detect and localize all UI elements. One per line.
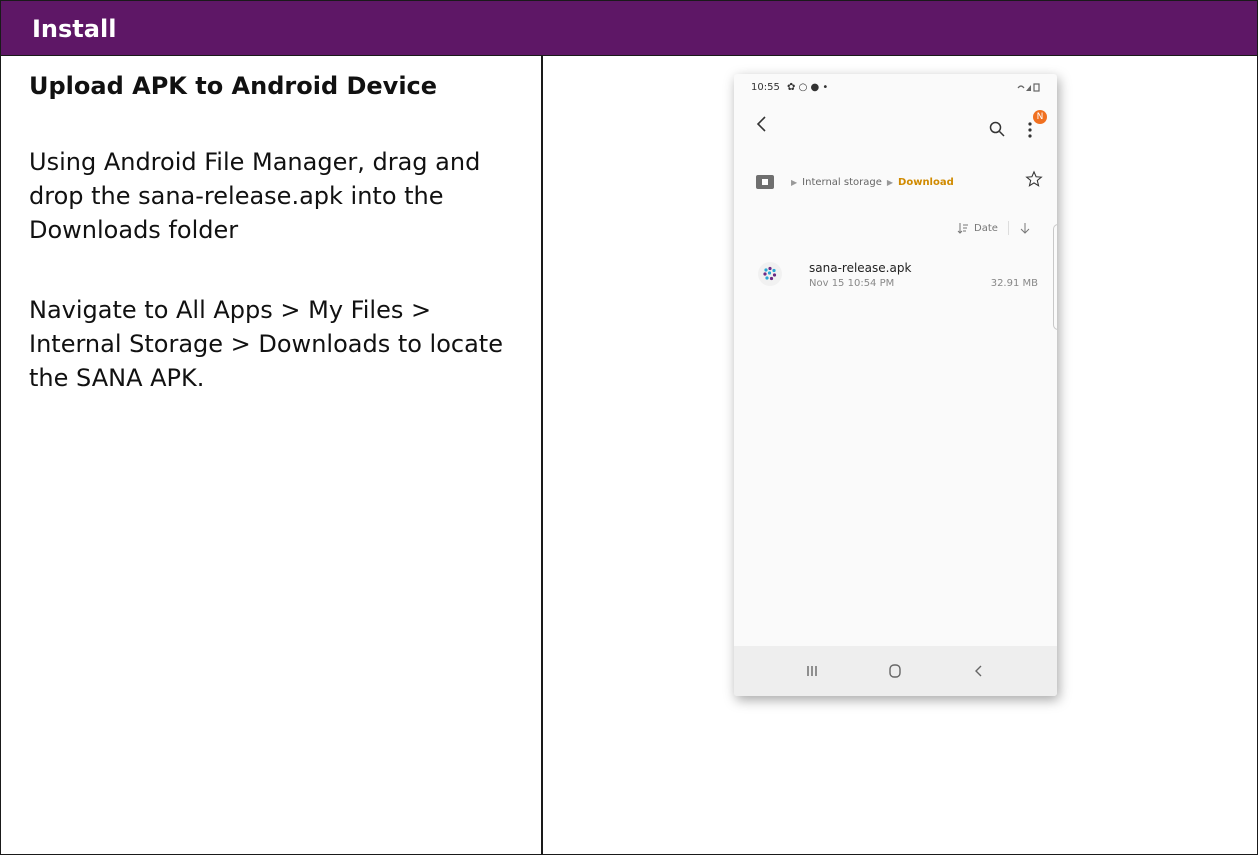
instructions-panel: Upload APK to Android Device Using Andro… [29, 65, 529, 392]
apk-file-icon [758, 262, 782, 286]
arrow-down-icon[interactable] [1019, 222, 1031, 234]
back-nav-icon[interactable] [966, 658, 992, 684]
section-title: Install [32, 15, 117, 43]
android-nav-bar [734, 646, 1057, 696]
column-divider [541, 56, 543, 854]
section-header: Install [1, 1, 1257, 56]
breadcrumb-internal-storage[interactable]: Internal storage [802, 177, 882, 188]
sort-separator [1007, 221, 1009, 235]
status-icons: ✿ ○ ● • [787, 82, 829, 93]
file-name: sana-release.apk [809, 261, 912, 275]
home-icon[interactable] [756, 175, 774, 189]
status-time: 10:55 [751, 82, 780, 93]
step-title: Upload APK to Android Device [29, 72, 438, 100]
more-vert-icon[interactable] [1024, 120, 1036, 140]
status-bar: 10:55 ✿ ○ ● • [751, 82, 828, 93]
file-list-item[interactable]: sana-release.apk Nov 15 10:54 PM 32.91 M… [734, 252, 1057, 298]
breadcrumb: ▶ Internal storage ▶ Download [756, 172, 954, 192]
install-table: Install Upload APK to Android Device Usi… [0, 0, 1258, 855]
signal-icons [1017, 82, 1041, 95]
notification-badge: N [1033, 110, 1047, 124]
star-icon[interactable] [1025, 170, 1043, 188]
search-icon[interactable] [988, 120, 1006, 138]
breadcrumb-download[interactable]: Download [898, 177, 954, 188]
recents-icon[interactable] [799, 658, 825, 684]
step-paragraph-2: Navigate to All Apps > My Files > Intern… [29, 296, 503, 392]
step-paragraph-1: Using Android File Manager, drag and dro… [29, 148, 481, 244]
back-arrow-icon[interactable] [752, 114, 772, 134]
file-date: Nov 15 10:54 PM [809, 278, 895, 289]
phone-screenshot: 10:55 ✿ ○ ● • N ▶ Internal storage ▶ Dow… [734, 74, 1057, 696]
breadcrumb-separator-icon: ▶ [886, 177, 894, 187]
sort-label[interactable]: Date [974, 223, 998, 234]
breadcrumb-separator-icon: ▶ [791, 177, 798, 187]
home-nav-icon[interactable] [882, 658, 908, 684]
sort-icon[interactable] [957, 222, 969, 234]
sort-bar: Date [957, 221, 1031, 235]
file-size: 32.91 MB [990, 278, 1038, 289]
